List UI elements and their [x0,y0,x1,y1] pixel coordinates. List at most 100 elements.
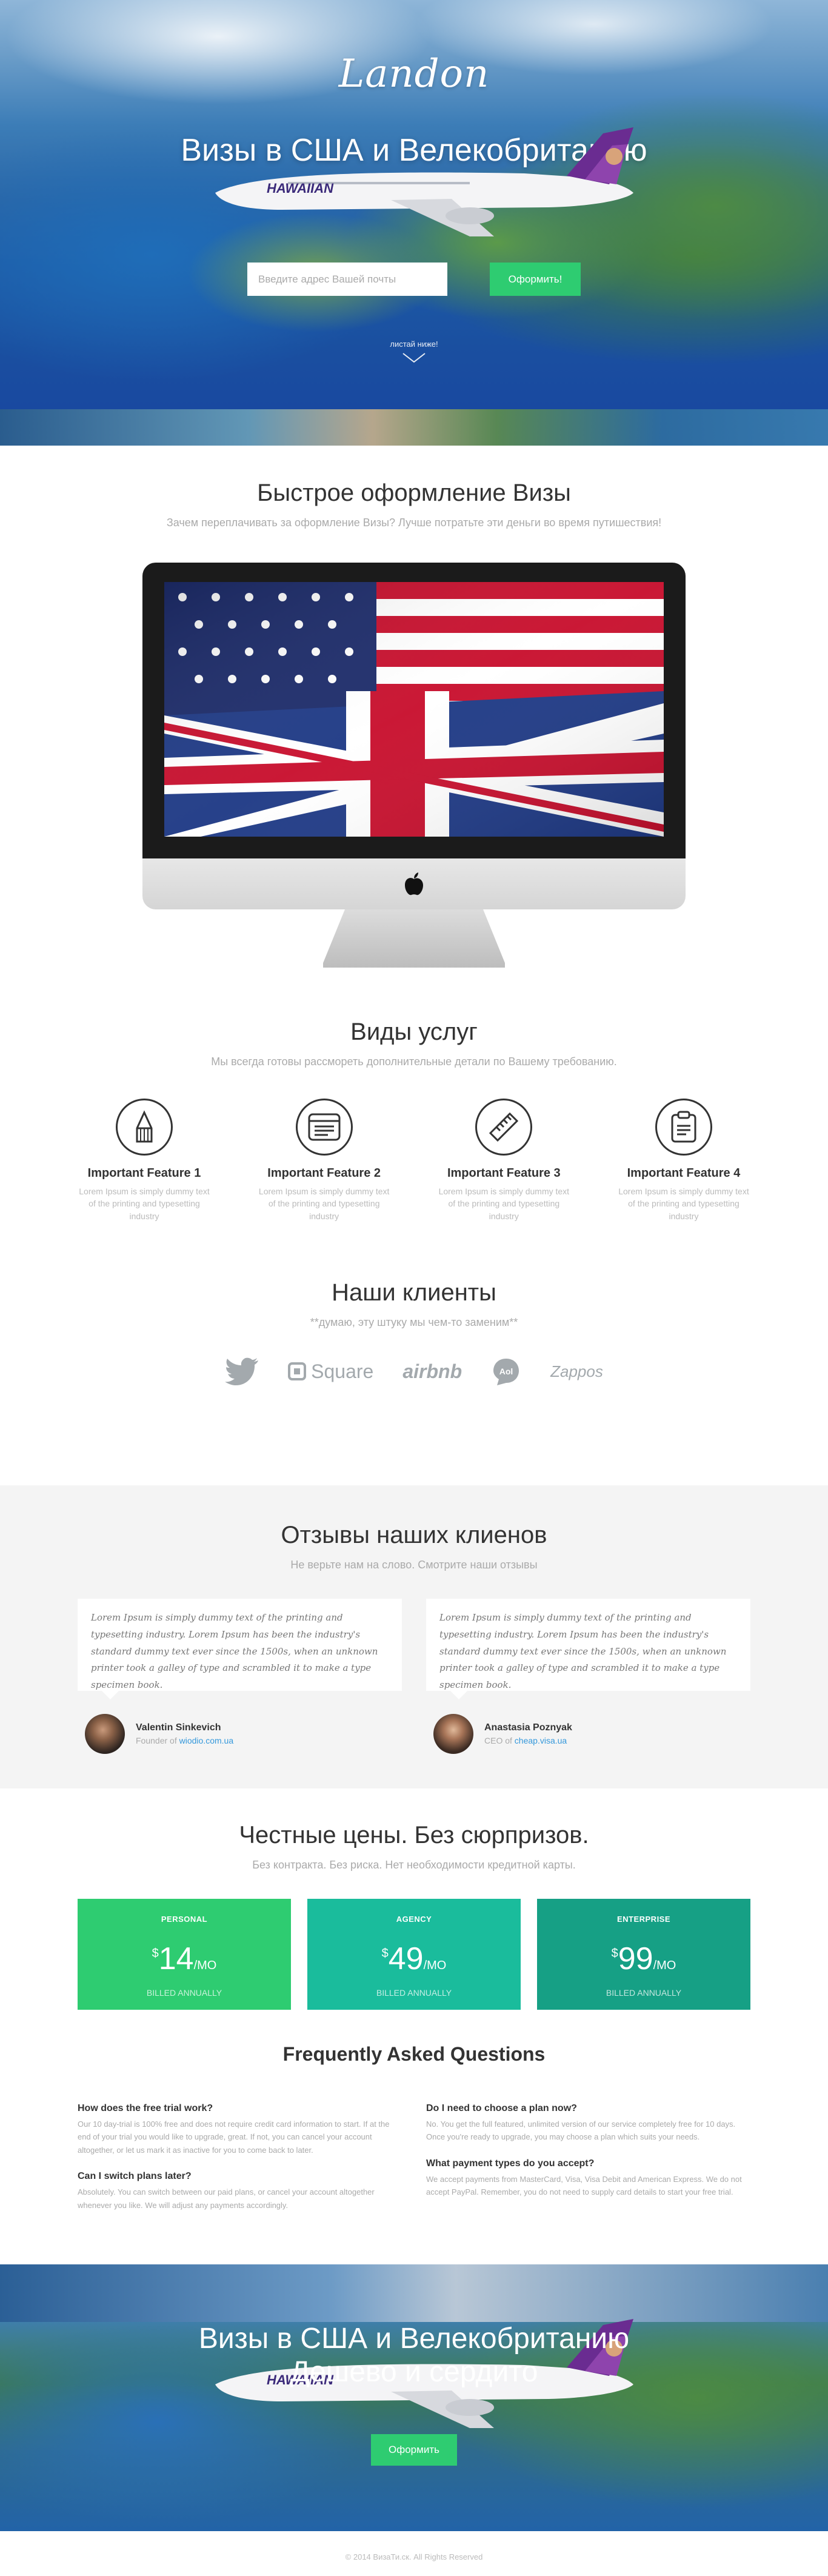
feature-text: Lorem Ipsum is simply dummy text of the … [258,1186,390,1221]
airline-name: HAWAIIAN [267,181,334,196]
clipboard-icon [655,1099,712,1156]
testimonial-card: Lorem Ipsum is simply dummy text of the … [426,1599,750,1754]
feature-title: Important Feature 1 [87,1166,201,1180]
imac-bezel [142,563,686,858]
testimonials-title: Отзывы наших клиенов [281,1522,547,1548]
plan-name: AGENCY [396,1915,432,1924]
apple-logo-icon [405,872,423,895]
flags-image [164,582,664,837]
author-role: Founder of wiodio.com.ua [136,1736,234,1745]
square-logo[interactable]: Square [288,1360,373,1383]
airplane-image: HAWAIIAN [215,127,633,236]
cta-section: HAWAIIAN Визы в США и Велекобританию Деш… [0,2264,828,2531]
testimonial-card: Lorem Ipsum is simply dummy text of the … [78,1599,402,1754]
scroll-hint[interactable]: листай ниже! [0,340,828,363]
cta-button[interactable]: Оформить [371,2434,457,2466]
imac-chin [142,858,686,909]
feature-card: Important Feature 2 Lorem Ipsum is simpl… [258,1099,391,1222]
faq-answer: No. You get the full featured, unlimited… [426,2119,736,2142]
plan-billing: BILLED ANNUALLY [376,1988,452,1998]
imac-mockup [142,563,686,968]
testimonial-quote: Lorem Ipsum is simply dummy text of the … [78,1599,402,1699]
faq-item: What payment types do you accept? We acc… [426,2158,750,2199]
client-logos: Square airbnb Aol Zappos [0,1356,828,1387]
submit-button[interactable]: Оформить! [490,263,581,296]
visa-subtitle: Зачем переплачивать за оформление Визы? … [166,517,662,529]
testimonial-author: Valentin Sinkevich Founder of wiodio.com… [78,1714,402,1754]
faq-answer: We accept payments from MasterCard, Visa… [426,2174,742,2197]
faq-question: Do I need to choose a plan now? [426,2103,577,2113]
pricing-subtitle: Без контракта. Без риска. Нет необходимо… [252,1859,576,1871]
hero-section: Landon Визы в США и Велекобританию HAWAI… [0,0,828,446]
email-input[interactable] [247,263,447,296]
twitter-logo-icon[interactable] [225,1357,259,1385]
airbnb-logo[interactable]: airbnb [402,1360,462,1383]
testimonial-quote: Lorem Ipsum is simply dummy text of the … [426,1599,750,1699]
faq-title: Frequently Asked Questions [282,2043,546,2065]
us-uk-flags-illustration [164,582,664,837]
feature-title: Important Feature 2 [267,1166,381,1180]
faq-item: How does the free trial work? Our 10 day… [78,2103,402,2156]
square-icon [288,1362,307,1380]
author-site-link[interactable]: cheap.visa.ua [515,1736,567,1745]
pricing-plans: PERSONAL $14/MO BILLED ANNUALLY AGENCY $… [78,1899,750,2010]
airbnb-logo-text: airbnb [402,1360,462,1382]
pricing-section: Честные цены. Без сюрпризов. Без контрак… [0,1788,828,2043]
plan-card-personal[interactable]: PERSONAL $14/MO BILLED ANNUALLY [78,1899,291,2010]
plan-name: PERSONAL [161,1915,208,1924]
avatar [433,1714,473,1754]
feature-card: Important Feature 3 Lorem Ipsum is simpl… [437,1099,570,1222]
plan-price: $14/MO [152,1941,217,1976]
author-name: Valentin Sinkevich [136,1722,221,1733]
plan-billing: BILLED ANNUALLY [606,1988,682,1998]
faq-item: Can I switch plans later? Absolutely. Yo… [78,2171,402,2212]
plan-price: $49/MO [381,1941,447,1976]
clients-subtitle: **думаю, эту штуку мы чем-то заменим** [310,1316,518,1328]
plan-name: ENTERPRISE [616,1915,671,1924]
site-logo[interactable]: Landon [0,52,828,96]
author-name: Anastasia Poznyak [484,1722,572,1733]
plan-price: $99/MO [611,1941,676,1976]
scroll-hint-label: листай ниже! [390,340,438,349]
author-site-link[interactable]: wiodio.com.ua [179,1736,234,1745]
services-title: Виды услуг [350,1019,478,1045]
faq-question: What payment types do you accept? [426,2158,595,2169]
plan-billing: BILLED ANNUALLY [146,1988,222,1998]
cta-subtitle: Дешево и сердито [290,2356,538,2388]
pencil-icon [116,1099,173,1156]
svg-text:Aol: Aol [499,1367,513,1376]
imac-stand [323,909,505,968]
feature-card: Important Feature 4 Lorem Ipsum is simpl… [617,1099,750,1222]
faq-answer: Absolutely. You can switch between our p… [78,2187,375,2210]
testimonials-subtitle: Не верьте нам на слово. Смотрите наши от… [290,1559,538,1571]
feature-text: Lorem Ipsum is simply dummy text of the … [618,1186,749,1221]
avatar [85,1714,125,1754]
clients-section: Наши клиенты **думаю, эту штуку мы чем-т… [0,1279,828,1485]
testimonials-section: Отзывы наших клиенов Не верьте нам на сл… [0,1485,828,1788]
clients-title: Наши клиенты [332,1279,496,1306]
chevron-down-icon [402,353,426,363]
services-subtitle: Мы всегда готовы рассмореть дополнительн… [211,1055,617,1068]
plan-card-agency[interactable]: AGENCY $49/MO BILLED ANNUALLY [307,1899,521,2010]
feature-text: Lorem Ipsum is simply dummy text of the … [79,1186,210,1221]
testimonial-author: Anastasia Poznyak CEO of cheap.visa.ua [426,1714,750,1754]
hero-coastline [0,409,828,446]
cta-title: Визы в США и Велекобританию [198,2323,630,2355]
aol-logo[interactable]: Aol [491,1356,521,1387]
zappos-logo-text: Zappos [550,1362,603,1380]
faq-item: Do I need to choose a plan now? No. You … [426,2103,750,2144]
signup-form: Оформить! [0,263,828,296]
faq-section: Frequently Asked Questions How does the … [0,2043,828,2264]
faq-question: How does the free trial work? [78,2103,213,2113]
feature-title: Important Feature 4 [627,1166,741,1180]
browser-window-icon [295,1099,353,1156]
aol-icon: Aol [493,1359,519,1385]
footer: © 2014 ВизаТи.ск. All Rights Reserved [0,2531,828,2576]
plan-card-enterprise[interactable]: ENTERPRISE $99/MO BILLED ANNUALLY [537,1899,750,2010]
faq-list: How does the free trial work? Our 10 day… [78,2103,750,2226]
zappos-logo[interactable]: Zappos [550,1362,603,1381]
ruler-icon [475,1099,533,1156]
features-list: Important Feature 1 Lorem Ipsum is simpl… [78,1099,750,1222]
pricing-title: Честные цены. Без сюрпризов. [239,1822,589,1848]
services-section: Виды услуг Мы всегда готовы рассмореть д… [0,1019,828,1279]
